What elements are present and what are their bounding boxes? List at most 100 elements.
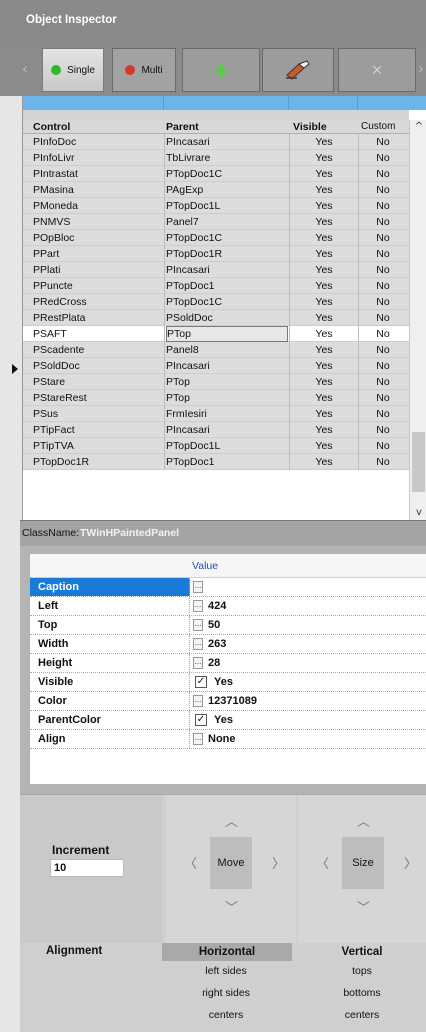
cell-control[interactable]: PStareRest <box>33 390 163 406</box>
cell-parent[interactable]: Panel8 <box>166 342 288 358</box>
cell-control[interactable]: PTipTVA <box>33 438 163 454</box>
property-row-visible[interactable]: Visible ✓ Yes <box>30 673 426 692</box>
scroll-up-icon[interactable]: ^ <box>410 120 426 134</box>
cell-custom[interactable]: No <box>359 278 407 294</box>
cell-visible[interactable]: Yes <box>291 358 357 374</box>
cell-visible[interactable]: Yes <box>291 438 357 454</box>
column-header-parent[interactable]: Parent <box>166 120 199 134</box>
property-row-left[interactable]: Left... 424 <box>30 597 426 616</box>
cell-parent[interactable]: PIncasari <box>166 134 288 150</box>
cell-visible[interactable]: Yes <box>291 150 357 166</box>
cell-custom[interactable]: No <box>359 310 407 326</box>
scroll-left-icon[interactable]: ‹ <box>18 52 32 86</box>
cell-custom[interactable]: No <box>359 326 407 342</box>
multi-mode-button[interactable]: Multi <box>112 48 176 92</box>
cell-visible[interactable]: Yes <box>291 182 357 198</box>
cell-parent[interactable]: PTop <box>166 374 288 390</box>
move-right-icon[interactable]: 〉 <box>272 853 285 872</box>
cell-visible[interactable]: Yes <box>291 214 357 230</box>
table-row[interactable]: PTipTVA PTopDoc1L Yes No <box>23 438 409 454</box>
cell-control[interactable]: PMasina <box>33 182 163 198</box>
property-name[interactable]: Caption <box>30 578 190 596</box>
table-row[interactable]: PPuncte PTopDoc1 Yes No <box>23 278 409 294</box>
table-row[interactable]: PIntrastat PTopDoc1C Yes No <box>23 166 409 182</box>
size-button[interactable]: Size <box>342 837 384 889</box>
table-row[interactable]: PTipFact PIncasari Yes No <box>23 422 409 438</box>
align-vertical-option[interactable]: bottoms <box>302 987 422 999</box>
property-row-top[interactable]: Top... 50 <box>30 616 426 635</box>
cell-parent[interactable]: Panel7 <box>166 214 288 230</box>
ellipsis-button[interactable]: ... <box>193 600 203 612</box>
property-row-width[interactable]: Width... 263 <box>30 635 426 654</box>
move-up-icon[interactable]: ︿ <box>225 811 238 830</box>
move-left-icon[interactable]: 〈 <box>184 853 197 872</box>
property-row-align[interactable]: Align... None <box>30 730 426 749</box>
scroll-down-icon[interactable]: v <box>410 506 426 520</box>
single-mode-button[interactable]: Single <box>42 48 104 92</box>
cell-parent[interactable]: PTop <box>166 326 288 342</box>
cell-parent[interactable]: PTopDoc1C <box>166 166 288 182</box>
size-up-icon[interactable]: ︿ <box>357 811 370 830</box>
cell-control[interactable]: PInfoDoc <box>33 134 163 150</box>
cell-parent[interactable]: PIncasari <box>166 358 288 374</box>
cell-parent[interactable]: PTopDoc1C <box>166 230 288 246</box>
cell-control[interactable]: PNMVS <box>33 214 163 230</box>
scrollbar-thumb[interactable] <box>412 432 425 492</box>
table-row[interactable]: PSus FrmIesiri Yes No <box>23 406 409 422</box>
table-row[interactable]: PStareRest PTop Yes No <box>23 390 409 406</box>
table-row[interactable]: PRestPlata PSoldDoc Yes No <box>23 310 409 326</box>
cell-parent[interactable]: PTopDoc1C <box>166 294 288 310</box>
move-button[interactable]: Move <box>210 837 252 889</box>
cell-visible[interactable]: Yes <box>291 310 357 326</box>
ellipsis-button[interactable]: ... <box>193 733 203 745</box>
property-name[interactable]: Align <box>30 730 190 748</box>
cell-control[interactable]: PTipFact <box>33 422 163 438</box>
column-header-control[interactable]: Control <box>33 120 70 134</box>
cell-visible[interactable]: Yes <box>291 198 357 214</box>
property-value[interactable]: 263 <box>208 635 226 653</box>
cell-control[interactable]: PRestPlata <box>33 310 163 326</box>
cell-parent[interactable]: PSoldDoc <box>166 310 288 326</box>
table-row[interactable]: PNMVS Panel7 Yes No <box>23 214 409 230</box>
cell-control[interactable]: PSoldDoc <box>33 358 163 374</box>
table-row[interactable]: PScadente Panel8 Yes No <box>23 342 409 358</box>
cell-parent[interactable]: PIncasari <box>166 262 288 278</box>
cell-control[interactable]: PIntrastat <box>33 166 163 182</box>
cell-control[interactable]: PMoneda <box>33 198 163 214</box>
align-horizontal-option[interactable]: right sides <box>166 987 286 999</box>
cell-visible[interactable]: Yes <box>291 406 357 422</box>
cell-visible[interactable]: Yes <box>291 246 357 262</box>
cell-visible[interactable]: Yes <box>291 374 357 390</box>
cell-parent[interactable]: TbLivrare <box>166 150 288 166</box>
size-right-icon[interactable]: 〉 <box>404 853 417 872</box>
checkbox-icon[interactable]: ✓ <box>195 676 207 688</box>
checkbox-icon[interactable]: ✓ <box>195 714 207 726</box>
cell-control[interactable]: POpBloc <box>33 230 163 246</box>
cell-custom[interactable]: No <box>359 422 407 438</box>
table-row[interactable]: PRedCross PTopDoc1C Yes No <box>23 294 409 310</box>
property-row-height[interactable]: Height... 28 <box>30 654 426 673</box>
size-left-icon[interactable]: 〈 <box>316 853 329 872</box>
cell-parent[interactable]: PIncasari <box>166 422 288 438</box>
column-header-visible[interactable]: Visible <box>293 120 327 134</box>
property-name[interactable]: Color <box>30 692 190 710</box>
cell-control[interactable]: PSAFT <box>33 326 163 342</box>
cell-visible[interactable]: Yes <box>291 278 357 294</box>
align-vertical-option[interactable]: tops <box>302 965 422 977</box>
cell-control[interactable]: PScadente <box>33 342 163 358</box>
table-row[interactable]: PMasina PAgExp Yes No <box>23 182 409 198</box>
cell-parent[interactable]: PTopDoc1 <box>166 454 288 470</box>
cell-custom[interactable]: No <box>359 406 407 422</box>
table-row[interactable]: PPart PTopDoc1R Yes No <box>23 246 409 262</box>
property-row-parentcolor[interactable]: ParentColor ✓ Yes <box>30 711 426 730</box>
property-row-color[interactable]: Color... 12371089 <box>30 692 426 711</box>
column-header-custom[interactable]: Custom <box>361 120 395 134</box>
table-row[interactable]: PMoneda PTopDoc1L Yes No <box>23 198 409 214</box>
cell-control[interactable]: PPuncte <box>33 278 163 294</box>
cell-visible[interactable]: Yes <box>291 454 357 470</box>
cell-control[interactable]: PTopDoc1R <box>33 454 163 470</box>
cell-parent[interactable]: PTopDoc1L <box>166 198 288 214</box>
cell-parent[interactable]: FrmIesiri <box>166 406 288 422</box>
property-value[interactable]: 424 <box>208 597 226 615</box>
ellipsis-button[interactable]: ... <box>193 581 203 593</box>
